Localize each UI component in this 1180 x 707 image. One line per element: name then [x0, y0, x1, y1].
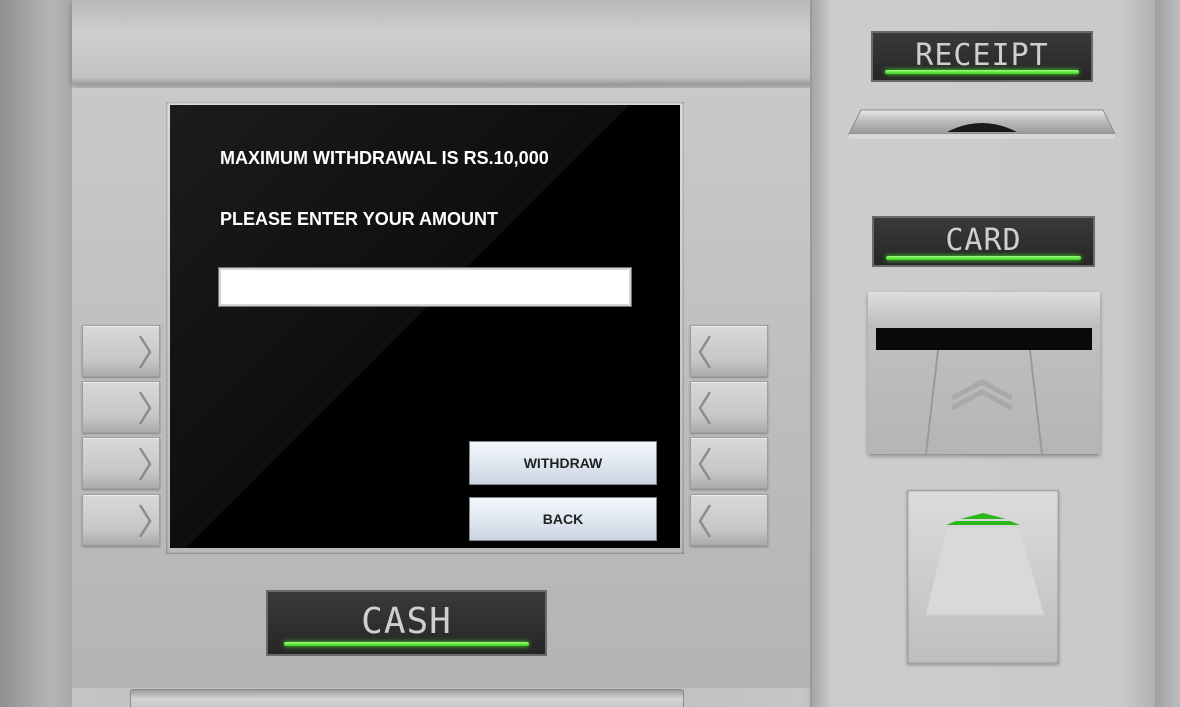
card-reader-hood [868, 292, 1100, 328]
card-led-indicator [886, 256, 1081, 260]
back-button[interactable]: BACK [469, 497, 657, 541]
cash-led-indicator [284, 642, 529, 646]
atm-machine: MAXIMUM WITHDRAWAL IS RS.10,000 PLEASE E… [0, 0, 1180, 707]
cash-label: CASH [266, 590, 547, 656]
receipt-slot[interactable] [847, 108, 1117, 142]
left-side-key-3[interactable] [82, 437, 160, 489]
chevron-right-icon [138, 391, 152, 425]
card-label-text: CARD [945, 223, 1022, 258]
left-side-key-2[interactable] [82, 381, 160, 433]
right-panel-edge [1155, 0, 1180, 707]
max-withdrawal-message: MAXIMUM WITHDRAWAL IS RS.10,000 [220, 148, 549, 168]
left-side-key-1[interactable] [82, 325, 160, 377]
chevron-left-icon [698, 504, 712, 538]
deposit-slot-graphic [925, 513, 1045, 616]
receipt-label: RECEIPT [871, 31, 1093, 82]
chevron-right-icon [138, 447, 152, 481]
right-side-key-1[interactable] [690, 325, 768, 377]
right-side-key-3[interactable] [690, 437, 768, 489]
atm-screen: MAXIMUM WITHDRAWAL IS RS.10,000 PLEASE E… [170, 105, 680, 548]
withdraw-button[interactable]: WITHDRAW [469, 441, 657, 485]
receipt-led-indicator [885, 70, 1079, 74]
right-side-key-2[interactable] [690, 381, 768, 433]
right-side-key-4[interactable] [690, 494, 768, 546]
card-label: CARD [872, 216, 1095, 267]
deposit-slot[interactable] [907, 490, 1059, 664]
amount-input[interactable] [218, 267, 632, 307]
receipt-label-text: RECEIPT [915, 38, 1049, 73]
card-slot-opening [876, 328, 1092, 350]
top-bezel [72, 0, 810, 84]
chevron-left-icon [698, 447, 712, 481]
chevron-right-icon [138, 504, 152, 538]
cash-dispenser-slot [130, 689, 684, 707]
chevron-right-icon [138, 335, 152, 369]
card-reader[interactable] [868, 292, 1100, 454]
left-panel-edge [0, 0, 72, 707]
receipt-slot-graphic [848, 109, 1116, 139]
cash-label-text: CASH [361, 601, 452, 642]
chevron-left-icon [698, 391, 712, 425]
chevron-left-icon [698, 335, 712, 369]
enter-amount-prompt: PLEASE ENTER YOUR AMOUNT [220, 209, 499, 229]
chevron-up-icon [950, 379, 1014, 411]
left-side-key-4[interactable] [82, 494, 160, 546]
